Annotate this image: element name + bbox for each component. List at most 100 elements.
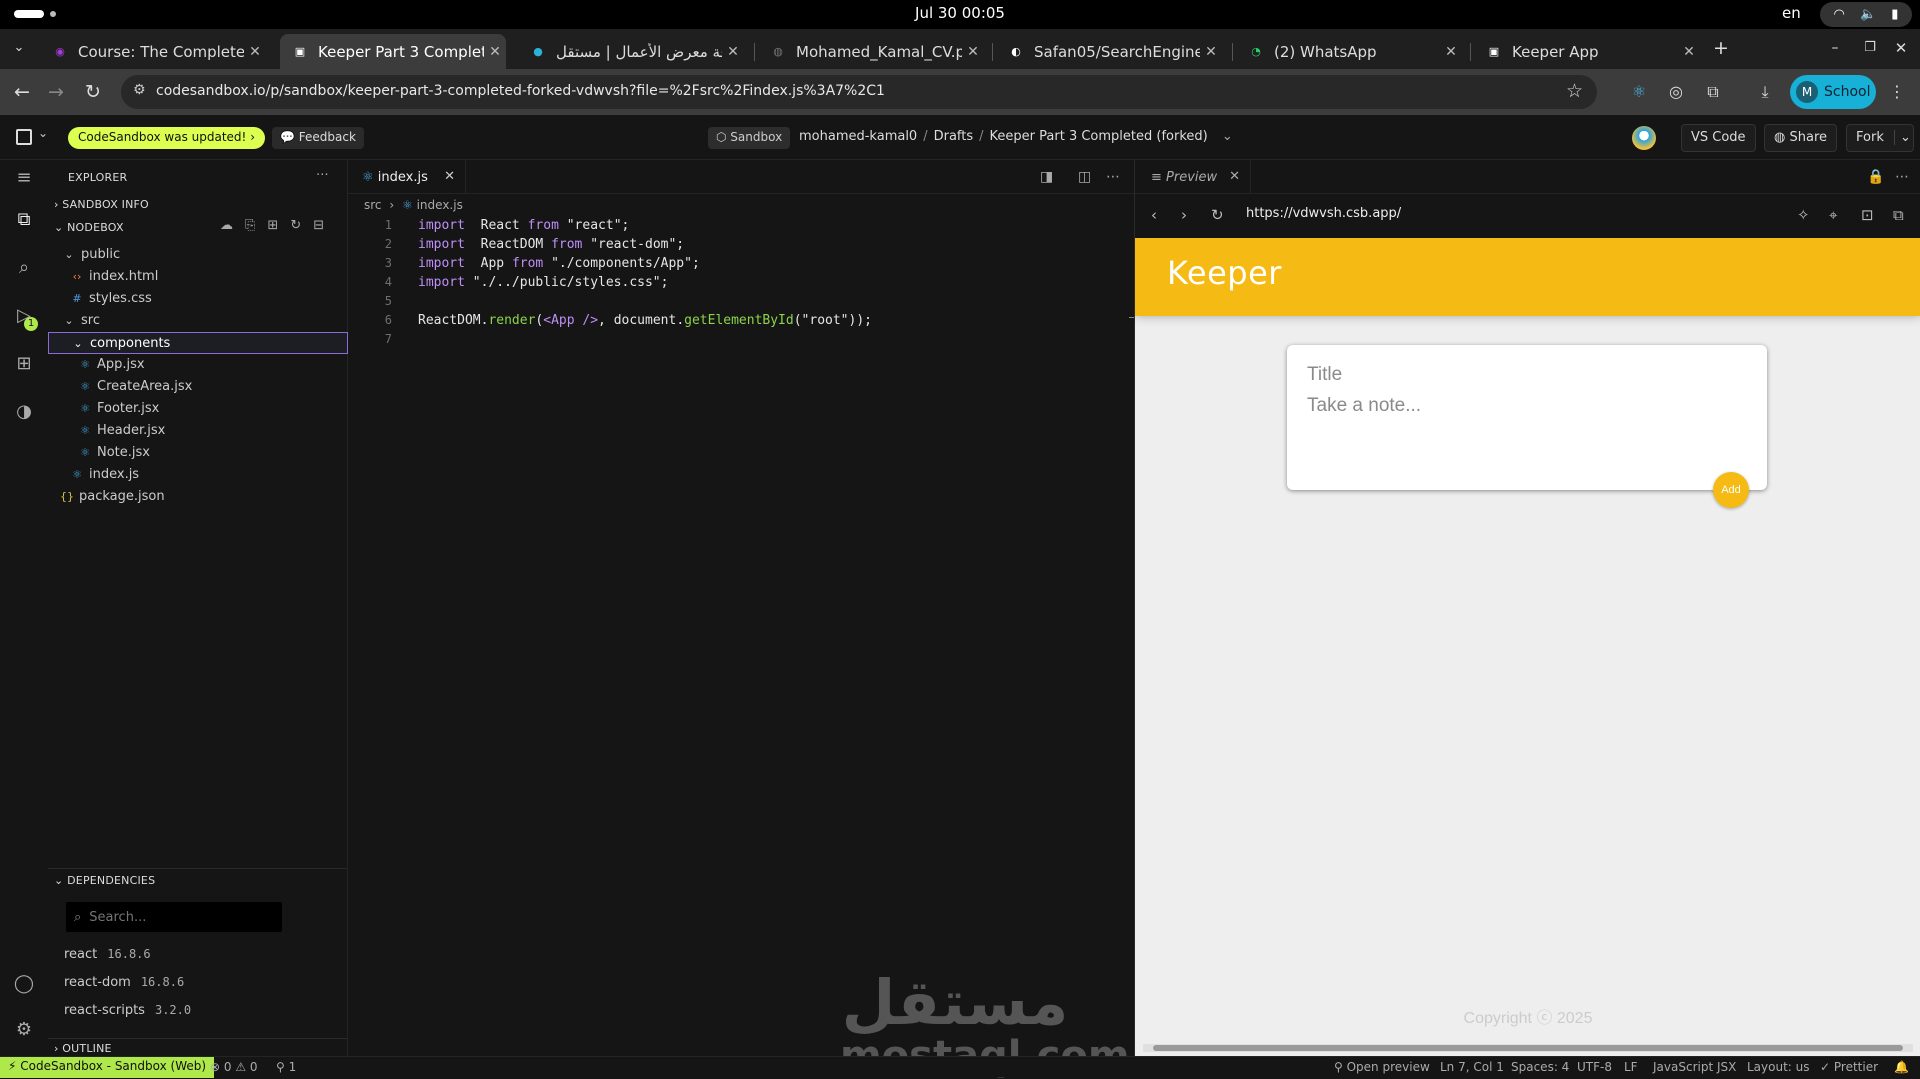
update-notice-button[interactable]: CodeSandbox was updated! › (68, 127, 265, 149)
tab-search-icon[interactable]: ⌄ (6, 35, 32, 61)
browser-tab[interactable]: ● إضافة معرض الأعمال | مستقل✕ (518, 34, 744, 69)
open-new-window-icon[interactable]: ⧉ (1893, 206, 1904, 224)
preview-forward-icon[interactable]: › (1181, 206, 1187, 224)
sandbox-info-section[interactable]: › SANDBOX INFO (54, 198, 149, 211)
nodebox-section[interactable]: ⌄ NODEBOX (54, 221, 124, 234)
preview-more-icon[interactable]: ⋯ (1895, 169, 1909, 185)
file-item[interactable]: ⚛ Footer.jsx (78, 398, 159, 420)
code-line[interactable]: import React from "react"; (418, 218, 629, 233)
preview-url[interactable]: https://vdwvsh.csb.app/ (1246, 206, 1401, 221)
site-info-icon[interactable]: ⚙ (133, 82, 146, 98)
close-tab-icon[interactable]: ✕ (1200, 44, 1222, 60)
close-tab-icon[interactable]: ✕ (1229, 169, 1240, 184)
profile-button[interactable]: M School (1790, 75, 1876, 109)
breadcrumb-folder[interactable]: Drafts (934, 129, 974, 144)
console-icon[interactable]: ⊡ (1861, 206, 1874, 224)
open-in-vscode-button[interactable]: VS Code (1681, 124, 1756, 152)
fork-button[interactable]: Fork ⌄ (1846, 124, 1914, 152)
ports-indicator[interactable]: ⚲ 1 (276, 1060, 296, 1074)
extensions-icon[interactable]: ⊞ (12, 352, 36, 376)
indentation[interactable]: Spaces: 4 (1511, 1060, 1569, 1074)
chevron-down-icon[interactable]: ⌄ (38, 126, 48, 140)
reload-icon[interactable]: ↻ (80, 79, 106, 105)
breadcrumb-dir[interactable]: src (364, 198, 382, 212)
react-devtools-icon[interactable]: ⚛ (1628, 81, 1650, 103)
explorer-toolbar[interactable]: ☁⎘⊞↻⊟ (220, 218, 336, 233)
browser-tab[interactable]: ◔ (2) WhatsApp ✕ (1236, 34, 1462, 69)
keyboard-language[interactable]: en (1782, 4, 1801, 22)
downloads-icon[interactable]: ⤓ (1754, 81, 1776, 103)
explorer-files-icon[interactable]: ⧉ (12, 208, 36, 232)
preview-reload-icon[interactable]: ↻ (1211, 206, 1224, 224)
feedback-button[interactable]: 💬 Feedback (272, 127, 364, 149)
breadcrumb-sandbox-name[interactable]: Keeper Part 3 Completed (forked) (990, 129, 1208, 144)
file-item[interactable]: ‹› index.html (70, 266, 159, 288)
bookmark-star-icon[interactable]: ☆ (1566, 80, 1583, 102)
code-line[interactable]: import ReactDOM from "react-dom"; (418, 237, 684, 252)
browser-tab[interactable]: ◍ Mohamed_Kamal_CV.pdf ✕ (758, 34, 984, 69)
dependency-item[interactable]: react-scripts 3.2.0 (64, 1003, 191, 1018)
extensions-puzzle-icon[interactable]: ⧉ (1702, 81, 1724, 103)
editor-more-icon[interactable]: ⋯ (1106, 169, 1120, 185)
close-window-icon[interactable]: ✕ (1888, 35, 1914, 61)
search-icon[interactable]: ⌕ (12, 256, 36, 280)
lock-icon[interactable]: 🔒 (1867, 169, 1884, 185)
dependency-item[interactable]: react-dom 16.8.6 (64, 975, 184, 990)
crosshair-icon[interactable]: ⌖ (1829, 206, 1837, 224)
github-icon[interactable]: ◑ (12, 400, 36, 424)
account-icon[interactable]: ◯ (12, 972, 36, 996)
extension-icon[interactable]: ◎ (1665, 81, 1687, 103)
file-item[interactable]: ⚛ Note.jsx (78, 442, 150, 464)
collapse-all-icon[interactable]: ⊟ (313, 218, 336, 233)
notifications-bell-icon[interactable]: 🔔 (1894, 1060, 1909, 1074)
note-content-input[interactable] (1305, 393, 1745, 473)
close-tab-icon[interactable]: ✕ (244, 44, 266, 60)
upload-icon[interactable]: ☁ (220, 218, 245, 233)
file-item[interactable]: ⚛ CreateArea.jsx (78, 376, 192, 398)
prettier-status[interactable]: ✓ Prettier (1820, 1060, 1878, 1074)
problems-indicator[interactable]: ⊗ 0 ⚠ 0 (210, 1060, 258, 1074)
code-line[interactable]: import "./../public/styles.css"; (418, 275, 668, 290)
back-icon[interactable]: ← (9, 79, 35, 105)
language-mode[interactable]: JavaScript JSX (1653, 1060, 1736, 1074)
open-preview-button[interactable]: ⚲ Open preview (1334, 1060, 1430, 1074)
minimize-icon[interactable]: – (1822, 35, 1848, 61)
folder-item[interactable]: ⌄ components (48, 332, 348, 354)
scrollbar-thumb[interactable] (1153, 1045, 1903, 1051)
address-bar[interactable]: ⚙ codesandbox.io/p/sandbox/keeper-part-3… (121, 75, 1597, 109)
new-tab-button[interactable]: + (1708, 35, 1734, 61)
more-actions-icon[interactable]: ⋯ (316, 166, 329, 181)
restore-icon[interactable]: ❐ (1857, 35, 1883, 61)
breadcrumb-file[interactable]: index.js (417, 198, 463, 212)
encoding[interactable]: UTF-8 (1577, 1060, 1612, 1074)
settings-gear-icon[interactable]: ⚙ (12, 1018, 36, 1042)
editor-tab-index-js[interactable]: ⚛ index.js ✕ (348, 160, 466, 194)
split-editor-icon[interactable]: ◫ (1078, 169, 1091, 185)
preview-tab[interactable]: ≡ Preview ✕ (1135, 160, 1251, 194)
close-tab-icon[interactable]: ✕ (1678, 44, 1700, 60)
new-folder-icon[interactable]: ⊞ (267, 218, 290, 233)
file-item[interactable]: {} package.json (60, 486, 165, 508)
dependency-item[interactable]: react 16.8.6 (64, 947, 151, 962)
close-tab-icon[interactable]: ✕ (1440, 44, 1462, 60)
toggle-sidebar-icon[interactable]: ◨ (1040, 169, 1053, 185)
hamburger-menu-icon[interactable]: ≡ (12, 166, 36, 190)
address-url[interactable]: codesandbox.io/p/sandbox/keeper-part-3-c… (156, 83, 885, 99)
editor-breadcrumb[interactable]: src › ⚛ index.js (364, 198, 463, 212)
browser-tab[interactable]: ◐ Safan05/SearchEngine ✕ (996, 34, 1222, 69)
keyboard-layout[interactable]: Layout: us (1747, 1060, 1810, 1074)
horizontal-scrollbar[interactable] (1143, 1044, 1913, 1052)
browser-tab[interactable]: ▣ Keeper App ✕ (1474, 34, 1700, 69)
close-tab-icon[interactable]: ✕ (484, 44, 506, 60)
folder-item[interactable]: ⌄ src (62, 310, 100, 332)
browser-tab[interactable]: ◉ Course: The Complete Fu✕ (40, 34, 266, 69)
system-tray[interactable]: ◠ 🔈 ▮ (1820, 2, 1912, 27)
close-tab-icon[interactable]: ✕ (962, 44, 984, 60)
breadcrumb-owner[interactable]: mohamed-kamal0 (799, 129, 917, 144)
system-clock[interactable]: Jul 30 00:05 (0, 4, 1920, 22)
share-button[interactable]: ◍ Share (1764, 124, 1837, 152)
preview-back-icon[interactable]: ‹ (1151, 206, 1157, 224)
inspect-icon[interactable]: ✧ (1797, 206, 1810, 224)
browser-menu-icon[interactable]: ⋮ (1886, 81, 1908, 103)
forward-icon[interactable]: → (43, 79, 69, 105)
